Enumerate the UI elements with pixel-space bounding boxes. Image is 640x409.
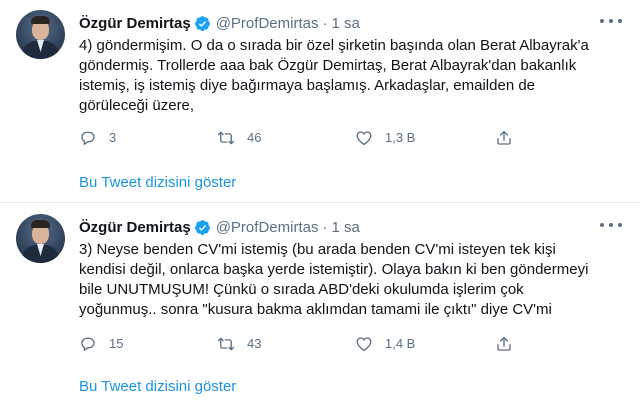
more-options-icon[interactable] <box>600 14 622 28</box>
reply-count: 3 <box>109 130 117 145</box>
reply-icon <box>81 131 95 145</box>
avatar[interactable] <box>16 10 65 59</box>
show-thread-link[interactable]: Bu Tweet dizisini göster <box>79 378 236 395</box>
reply-button[interactable]: 3 <box>79 128 116 148</box>
author-name[interactable]: Özgür Demirtaş <box>79 15 191 32</box>
tweet-actions: 15 43 1,4 B <box>79 334 579 354</box>
tweet[interactable]: Özgür Demirtaş @ProfDemirtas · 1 sa 3) N… <box>0 204 640 409</box>
author-handle[interactable]: @ProfDemirtas <box>216 219 319 236</box>
share-button[interactable] <box>495 334 525 354</box>
like-icon <box>356 337 372 352</box>
reply-icon <box>81 337 95 351</box>
share-icon <box>497 336 511 351</box>
author-name[interactable]: Özgür Demirtaş <box>79 219 191 236</box>
retweet-icon <box>217 131 235 145</box>
tweet-actions: 3 46 1,3 B <box>79 128 579 148</box>
like-count: 1,3 B <box>385 130 416 145</box>
like-count: 1,4 B <box>385 336 416 351</box>
avatar[interactable] <box>16 214 65 263</box>
tweet-header: Özgür Demirtaş @ProfDemirtas · 1 sa <box>79 13 360 33</box>
timestamp[interactable]: 1 sa <box>331 15 359 32</box>
share-icon <box>497 130 511 145</box>
verified-badge-icon <box>194 15 210 31</box>
retweet-icon <box>217 337 235 351</box>
like-icon <box>356 131 372 146</box>
like-button[interactable]: 1,3 B <box>355 128 415 148</box>
more-options-icon[interactable] <box>600 218 622 232</box>
author-handle[interactable]: @ProfDemirtas <box>216 15 319 32</box>
verified-badge-icon <box>194 219 210 235</box>
reply-button[interactable]: 15 <box>79 334 123 354</box>
timestamp[interactable]: 1 sa <box>331 219 359 236</box>
show-thread-link[interactable]: Bu Tweet dizisini göster <box>79 174 236 191</box>
separator: · <box>322 14 328 32</box>
share-button[interactable] <box>495 128 525 148</box>
like-button[interactable]: 1,4 B <box>355 334 415 354</box>
tweet[interactable]: Özgür Demirtaş @ProfDemirtas · 1 sa 4) g… <box>0 0 640 203</box>
reply-count: 15 <box>109 336 124 351</box>
retweet-button[interactable]: 43 <box>217 334 261 354</box>
tweet-header: Özgür Demirtaş @ProfDemirtas · 1 sa <box>79 217 360 237</box>
retweet-button[interactable]: 46 <box>217 128 261 148</box>
retweet-count: 46 <box>247 130 262 145</box>
tweet-text: 3) Neyse benden CV'mi istemiş (bu arada … <box>79 241 589 318</box>
retweet-count: 43 <box>247 336 262 351</box>
tweet-text: 4) göndermişim. O da o sırada bir özel ş… <box>79 37 589 114</box>
separator: · <box>322 218 328 236</box>
